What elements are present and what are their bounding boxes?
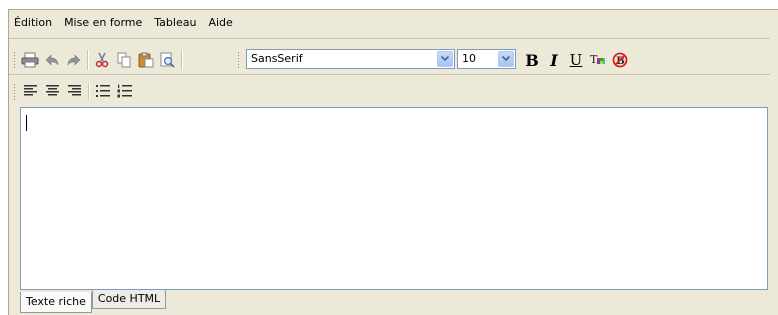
bold-button[interactable]: B xyxy=(521,49,543,71)
undo-button[interactable] xyxy=(41,49,63,71)
font-size-select[interactable]: 10 xyxy=(457,49,516,69)
toolbar-separator xyxy=(181,50,182,70)
chevron-down-icon[interactable] xyxy=(498,51,514,67)
font-family-value: SansSerif xyxy=(251,52,303,65)
bold-icon: B xyxy=(525,50,539,70)
menu-tableau[interactable]: Tableau xyxy=(148,15,202,31)
underline-icon: U xyxy=(569,51,583,69)
underline-button[interactable]: U xyxy=(565,49,587,71)
paste-icon xyxy=(138,52,154,68)
toolbar-grip[interactable] xyxy=(237,52,240,70)
chevron-down-icon[interactable] xyxy=(437,51,453,67)
no-format-icon: B xyxy=(612,52,628,68)
cut-button[interactable] xyxy=(91,49,113,71)
menu-mise-en-forme[interactable]: Mise en forme xyxy=(58,15,148,31)
menu-aide[interactable]: Aide xyxy=(202,15,238,31)
text-color-button[interactable]: T xyxy=(587,49,609,71)
menu-separator xyxy=(9,38,770,39)
toolbar-separator xyxy=(87,50,88,70)
copy-button[interactable] xyxy=(113,49,135,71)
tab-texte-riche[interactable]: Texte riche xyxy=(20,292,92,313)
clear-format-button[interactable]: B xyxy=(609,49,631,71)
toolbar-grip[interactable] xyxy=(13,84,16,102)
format-toolbar: B I U T B xyxy=(521,49,631,71)
tab-code-html[interactable]: Code HTML xyxy=(91,290,167,309)
toolbar-main xyxy=(19,49,185,71)
toolbar-row-separator xyxy=(9,74,770,75)
bullet-list-icon xyxy=(96,85,110,97)
align-right-icon xyxy=(68,85,81,96)
align-left-icon xyxy=(24,85,37,96)
align-center-icon xyxy=(46,85,59,96)
redo-icon xyxy=(67,54,81,66)
printer-icon xyxy=(21,52,39,68)
undo-icon xyxy=(45,54,59,66)
rich-text-editor[interactable] xyxy=(20,107,768,290)
bullet-list-button[interactable] xyxy=(92,80,114,102)
menu-edition[interactable]: Édition xyxy=(10,15,58,31)
numbered-list-button[interactable] xyxy=(114,80,136,102)
align-left-button[interactable] xyxy=(20,80,42,102)
align-right-button[interactable] xyxy=(64,80,86,102)
text-color-icon: T xyxy=(590,53,605,66)
cut-icon xyxy=(95,52,109,68)
paragraph-toolbar xyxy=(20,80,136,102)
italic-button[interactable]: I xyxy=(543,49,565,71)
font-size-value: 10 xyxy=(462,52,476,65)
find-icon xyxy=(160,52,175,68)
toolbar-grip[interactable] xyxy=(13,52,16,70)
italic-icon: I xyxy=(550,50,558,70)
paste-button[interactable] xyxy=(135,49,157,71)
text-caret xyxy=(26,115,27,131)
print-button[interactable] xyxy=(19,49,41,71)
view-tabs: Texte riche Code HTML xyxy=(20,290,167,313)
redo-button[interactable] xyxy=(63,49,85,71)
find-button[interactable] xyxy=(157,49,179,71)
align-center-button[interactable] xyxy=(42,80,64,102)
svg-text:T: T xyxy=(590,53,598,66)
toolbar-separator xyxy=(88,83,89,99)
numbered-list-icon xyxy=(117,84,132,98)
menu-bar: Édition Mise en forme Tableau Aide xyxy=(10,15,239,31)
copy-icon xyxy=(117,52,131,68)
font-family-select[interactable]: SansSerif xyxy=(246,49,455,69)
